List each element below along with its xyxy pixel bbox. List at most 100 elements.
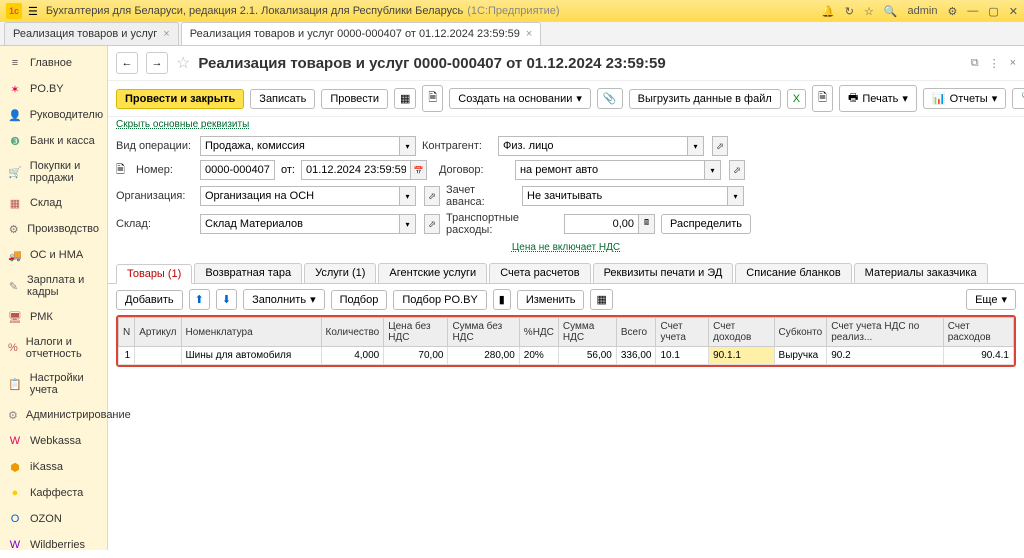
cell-n[interactable]: 1 xyxy=(119,347,135,365)
table-row[interactable]: 1 Шины для автомобиля 4,000 70,00 280,00… xyxy=(119,347,1014,365)
sidebar-item-6[interactable]: ⚙Производство xyxy=(0,216,107,242)
search-icon[interactable]: 🔍 xyxy=(884,5,898,18)
price-mode-link[interactable]: Цена не включает НДС xyxy=(512,242,620,253)
date-field[interactable] xyxy=(301,160,411,180)
sidebar-item-1[interactable]: ✶PO.BY xyxy=(0,76,107,102)
col-nds-pct[interactable]: %НДС xyxy=(519,318,558,347)
excel-button[interactable]: X xyxy=(787,89,806,109)
sidebar-item-9[interactable]: 🖥РМК xyxy=(0,304,107,330)
col-acc-nds[interactable]: Счет учета НДС по реализ... xyxy=(827,318,943,347)
create-based-on-button[interactable]: Создать на основании ▾ xyxy=(449,88,591,109)
org-field[interactable] xyxy=(200,186,400,206)
cell-nds-sum[interactable]: 56,00 xyxy=(558,347,616,365)
pick-poby-button[interactable]: Подбор PO.BY xyxy=(393,290,486,310)
sidebar-item-10[interactable]: %Налоги и отчетность xyxy=(0,330,107,366)
move-up-button[interactable]: ⬆ xyxy=(189,289,210,310)
sidebar-item-14[interactable]: ⬢iKassa xyxy=(0,454,107,480)
cell-artikul[interactable] xyxy=(135,347,181,365)
cell-nds-pct[interactable]: 20% xyxy=(519,347,558,365)
cell-sum[interactable]: 280,00 xyxy=(448,347,519,365)
col-artikul[interactable]: Артикул xyxy=(135,318,181,347)
dropdown-icon[interactable]: ▾ xyxy=(728,186,744,206)
cell-subkonto[interactable]: Выручка xyxy=(774,347,827,365)
close-icon[interactable]: ✕ xyxy=(1009,5,1018,18)
back-button[interactable]: ← xyxy=(116,52,138,74)
export-button[interactable]: Выгрузить данные в файл xyxy=(629,89,781,109)
cell-price[interactable]: 70,00 xyxy=(384,347,448,365)
post-and-close-button[interactable]: Провести и закрыть xyxy=(116,89,244,109)
contr-field[interactable] xyxy=(498,136,688,156)
pick-button[interactable]: Подбор xyxy=(331,290,388,310)
col-acc-income[interactable]: Счет доходов xyxy=(709,318,774,347)
forward-button[interactable]: → xyxy=(146,52,168,74)
tab-list[interactable]: Реализация товаров и услуг × xyxy=(4,22,179,45)
open-ref-icon[interactable]: ⬀ xyxy=(424,214,440,234)
sidebar-item-4[interactable]: 🛒Покупки и продажи xyxy=(0,154,107,190)
tab-blanks[interactable]: Списание бланков xyxy=(735,263,851,283)
reports-button[interactable]: 📊 Отчеты ▾ xyxy=(923,88,1006,109)
op-type-field[interactable] xyxy=(200,136,400,156)
open-ref-icon[interactable]: ⬀ xyxy=(424,186,440,206)
cell-acc-income[interactable]: 90.1.1 xyxy=(709,347,774,365)
dropdown-icon[interactable]: ▾ xyxy=(400,214,416,234)
open-new-window-icon[interactable]: ⧉ xyxy=(971,57,979,70)
distribute-button[interactable]: Распределить xyxy=(661,214,751,234)
col-total[interactable]: Всего xyxy=(616,318,656,347)
sidebar-item-0[interactable]: ≡Главное xyxy=(0,50,107,76)
sidebar-item-8[interactable]: ✎Зарплата и кадры xyxy=(0,268,107,304)
cell-acc[interactable]: 10.1 xyxy=(656,347,709,365)
settings-icon[interactable]: ⚙ xyxy=(948,5,958,18)
open-ref-icon[interactable]: ⬀ xyxy=(712,136,728,156)
calendar-icon[interactable]: 📅 xyxy=(411,160,427,180)
post-button[interactable]: Провести xyxy=(321,89,388,109)
tab-close-icon[interactable]: × xyxy=(163,28,169,40)
move-down-button[interactable]: ⬇ xyxy=(216,289,237,310)
sklad-field[interactable] xyxy=(200,214,400,234)
grid-more-button[interactable]: Еще ▾ xyxy=(966,289,1016,310)
dropdown-icon[interactable]: ▾ xyxy=(400,186,416,206)
sidebar-item-15[interactable]: ●Каффеста xyxy=(0,480,107,506)
col-nds-sum[interactable]: Сумма НДС xyxy=(558,318,616,347)
cell-nomen[interactable]: Шины для автомобиля xyxy=(181,347,321,365)
print-button[interactable]: 🖶 Печать ▾ xyxy=(839,85,917,112)
col-acc-cost[interactable]: Счет расходов xyxy=(943,318,1013,347)
minimize-icon[interactable]: — xyxy=(967,5,978,17)
bell-icon[interactable]: 🔔 xyxy=(821,5,835,18)
barcode-button[interactable]: ▮ xyxy=(493,289,511,310)
add-row-button[interactable]: Добавить xyxy=(116,290,183,310)
cell-acc-nds[interactable]: 90.2 xyxy=(827,347,943,365)
tr-field[interactable] xyxy=(564,214,639,234)
menu-dots-icon[interactable]: ⋮ xyxy=(989,57,1000,70)
open-ref-icon[interactable]: ⬀ xyxy=(729,160,745,180)
calc-icon[interactable]: 🖩 xyxy=(639,214,655,234)
sidebar-item-7[interactable]: 🚚ОС и НМА xyxy=(0,242,107,268)
menu-icon[interactable]: ☰ xyxy=(28,5,38,18)
col-price[interactable]: Цена без НДС xyxy=(384,318,448,347)
tab-materials[interactable]: Материалы заказчика xyxy=(854,263,988,283)
history-icon[interactable]: ↻ xyxy=(845,5,854,18)
user-label[interactable]: admin xyxy=(908,5,938,17)
tab-accounts[interactable]: Счета расчетов xyxy=(489,263,590,283)
favorite-icon[interactable]: ☆ xyxy=(176,53,190,73)
sidebar-item-3[interactable]: ❸Банк и касса xyxy=(0,128,107,154)
hide-requisites-link[interactable]: Скрыть основные реквизиты xyxy=(108,117,1024,132)
tab-services[interactable]: Услуги (1) xyxy=(304,263,376,283)
zach-field[interactable] xyxy=(522,186,728,206)
col-qty[interactable]: Количество xyxy=(321,318,384,347)
tab-agent[interactable]: Агентские услуги xyxy=(378,263,487,283)
sidebar-item-12[interactable]: ⚙Администрирование xyxy=(0,402,107,428)
close-panel-icon[interactable]: × xyxy=(1010,57,1016,70)
tab-close-icon[interactable]: × xyxy=(526,28,532,40)
sidebar-item-13[interactable]: WWebkassa xyxy=(0,428,107,454)
col-subkonto[interactable]: Субконто xyxy=(774,318,827,347)
maximize-icon[interactable]: ▢ xyxy=(988,5,998,18)
sidebar-item-5[interactable]: ▦Склад xyxy=(0,190,107,216)
col-acc[interactable]: Счет учета xyxy=(656,318,709,347)
goods-table[interactable]: N Артикул Номенклатура Количество Цена б… xyxy=(118,317,1014,365)
dropdown-icon[interactable]: ▾ xyxy=(400,136,416,156)
dropdown-icon[interactable]: ▾ xyxy=(705,160,721,180)
dropdown-icon[interactable]: ▾ xyxy=(688,136,704,156)
show-log-button[interactable]: 🗎 xyxy=(812,85,833,112)
sidebar-item-11[interactable]: 📋Настройки учета xyxy=(0,366,107,402)
num-field[interactable] xyxy=(200,160,275,180)
